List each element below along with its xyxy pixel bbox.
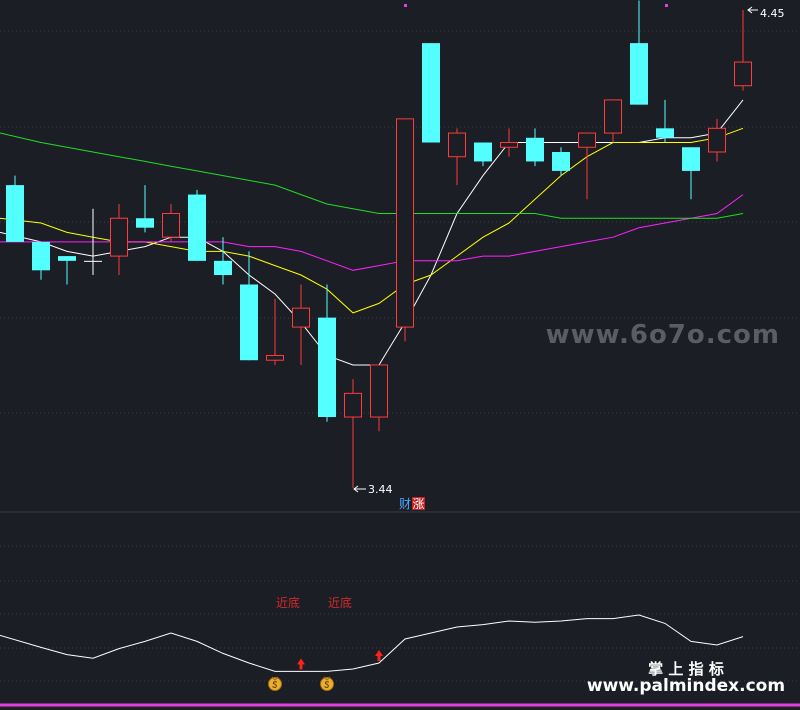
candle	[734, 10, 752, 91]
candle-body	[734, 61, 752, 87]
candle	[396, 118, 414, 342]
candle	[32, 241, 50, 280]
candle	[318, 284, 336, 422]
candle-body	[448, 132, 466, 158]
candles	[6, 0, 752, 488]
candle	[214, 237, 232, 285]
candle-body	[682, 147, 700, 171]
near-bottom-label-2: 近底	[328, 595, 352, 610]
candle	[422, 43, 440, 143]
candle	[292, 284, 310, 365]
max-price-label: 4.45	[760, 7, 785, 20]
candle-body	[136, 218, 154, 228]
watermark: www.6o7o.com	[546, 320, 780, 350]
candle-body	[526, 137, 544, 162]
money-bag-icon	[320, 676, 334, 691]
finance-badge: 财 涨	[399, 496, 425, 511]
top-marker	[404, 4, 407, 7]
up-arrow-icon	[297, 658, 305, 670]
candle	[266, 298, 284, 365]
candle-body	[474, 142, 492, 162]
candle	[110, 204, 128, 276]
candle-body	[292, 307, 310, 328]
candle-body	[266, 354, 284, 361]
near-bottom-label-1: 近底	[276, 595, 300, 610]
price-markers: 4.45 3.44	[353, 6, 785, 496]
candle-body	[318, 317, 336, 418]
candle	[500, 128, 518, 157]
ma-line-ma60	[0, 132, 744, 219]
candle	[136, 185, 154, 233]
candle-body	[110, 217, 128, 257]
candle	[604, 99, 622, 143]
cai-badge: 财	[399, 497, 411, 511]
zhang-badge: 涨	[413, 496, 425, 511]
candle-body	[84, 260, 102, 262]
candle-body	[188, 194, 206, 261]
candle	[474, 142, 492, 167]
candle	[6, 175, 24, 242]
candle	[344, 379, 362, 488]
candle-body	[708, 127, 726, 153]
min-price-label: 3.44	[368, 483, 393, 496]
candle-body	[58, 256, 76, 261]
candle-body	[422, 43, 440, 143]
candle	[448, 128, 466, 186]
min-arrow-icon	[353, 485, 366, 493]
main-price-panel: 4.45 3.44 财 涨 www.6o7o.com	[0, 0, 785, 511]
candle-body	[552, 151, 570, 171]
candle	[656, 99, 674, 143]
candle	[526, 128, 544, 167]
up-arrow-icon	[375, 650, 383, 661]
candle-body	[214, 260, 232, 276]
candle	[578, 132, 596, 200]
signal-markers	[268, 650, 383, 691]
candle-body	[656, 128, 674, 138]
candle-body	[578, 132, 596, 148]
money-bag-icon	[268, 676, 282, 691]
candle	[682, 147, 700, 200]
candle-body	[500, 142, 518, 148]
candle-body	[240, 284, 258, 361]
candle	[58, 256, 76, 285]
candle-body	[370, 364, 388, 418]
candle	[162, 204, 180, 242]
candle-body	[396, 118, 414, 328]
candle-body	[604, 99, 622, 134]
candle	[370, 364, 388, 432]
candle	[188, 189, 206, 261]
candlestick-chart: 4.45 3.44 财 涨 www.6o7o.com 近底 近底 掌 上 指 标…	[0, 0, 800, 707]
candle-body	[344, 392, 362, 418]
footer-url: www.palmindex.com	[587, 676, 785, 696]
candle-body	[32, 241, 50, 271]
candle-body	[6, 185, 24, 242]
candle	[240, 251, 258, 361]
top-marker	[665, 4, 668, 7]
max-arrow-icon	[747, 6, 758, 14]
candle	[630, 0, 648, 105]
candle-body	[630, 43, 648, 105]
oscillator-line	[0, 614, 744, 672]
candle-body	[162, 213, 180, 238]
